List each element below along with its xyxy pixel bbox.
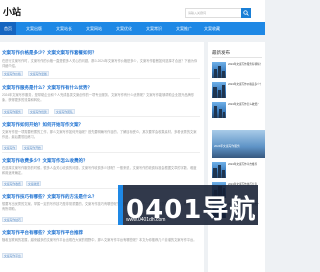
divider [212, 57, 262, 58]
watermark-accent [118, 185, 123, 225]
search-button[interactable] [241, 8, 251, 18]
divider [2, 78, 200, 79]
search-input[interactable]: 请输入关键词 [185, 8, 241, 18]
featured-caption: 2024年文案写作服务 [214, 144, 240, 148]
site-logo[interactable]: 小站 [3, 5, 21, 18]
sidebar-item-title: 2024年文案写作服务有哪些？ [228, 63, 263, 66]
sidebar-item-title: 2024年文案写作怎么收费？ [228, 103, 260, 106]
featured-image[interactable]: 2024年文案写作服务 [212, 130, 265, 158]
nav-item-7[interactable]: 文案收藏 [200, 22, 224, 35]
article-tag[interactable]: 文案写作优势 [28, 109, 49, 114]
sidebar-item[interactable]: 2024年文案写作价格是多少？ [212, 82, 265, 100]
search-icon [243, 10, 249, 16]
article-summary: 在进行文案写作时，文案写作的价格一直是很多人关心的问题，那么2024年文案写作价… [2, 59, 198, 68]
divider [2, 116, 200, 117]
sidebar-item[interactable]: 2024年文案写作服务有哪些？ [212, 62, 265, 80]
sidebar: 最新发布 2024年文案写作服务有哪些？ 2024年文案写作价格是多少？ 202… [208, 42, 265, 272]
thumbnail [212, 102, 226, 118]
article-title[interactable]: 文案写作价格是多少？文案文案写作套餐如何？ [2, 50, 97, 56]
article-tag[interactable]: 文案写作收费 [2, 181, 23, 186]
watermark: 0401导航 www.0401dh.com [118, 185, 258, 225]
thumbnail [212, 62, 226, 78]
article-title[interactable]: 文案写作技巧有哪些？文案写作的方法是什么？ [2, 194, 97, 200]
nav-item-2[interactable]: 文案站长 [52, 22, 76, 35]
article-tag[interactable]: 文案写作 [2, 145, 18, 150]
divider [2, 152, 200, 153]
article-title[interactable]: 文案写作平台有哪些？文案写作平台推荐 [2, 230, 83, 236]
sidebar-item[interactable]: 2024年文案写作平台推荐 [212, 162, 265, 180]
article-list: 文案写作价格是多少？文案文案写作套餐如何？ 在进行文案写作时，文案写作的价格一直… [0, 42, 204, 272]
article-tag[interactable]: 文案收费 [26, 181, 42, 186]
article-summary: 随着互联网的发展，越来越多的文案写作平台出现在大家的视野中，那么文案写作平台有哪… [2, 238, 197, 242]
thumbnail [212, 162, 226, 178]
article-tag[interactable]: 文案写作平台 [2, 253, 23, 258]
article-title[interactable]: 文案写作收费多少？文案写作怎么收费的？ [2, 158, 88, 164]
article-title[interactable]: 文案写作服务是什么？文案写作有什么优势？ [2, 85, 92, 91]
main-nav: 首页 文案出版 文案站长 文案网站 文案优化 文案常识 文案推广 文案收藏 [0, 22, 265, 35]
nav-item-home[interactable]: 首页 [0, 22, 16, 35]
article-summary: 2024年文案写作服务，是帮助企业和个人完成各类文案创作的一项专业服务，文案写作… [2, 93, 194, 102]
article-tag[interactable]: 文案写作价格 [2, 71, 23, 76]
nav-item-3[interactable]: 文案网站 [82, 22, 106, 35]
site-header: 小站 请输入关键词 [0, 0, 265, 22]
article-tag[interactable]: 文案写作技巧 [2, 217, 23, 222]
article-tag[interactable]: 文案写作团队 [54, 109, 75, 114]
article-tag[interactable]: 文案写作服务 [2, 109, 23, 114]
sidebar-item-title: 2024年文案写作平台推荐 [228, 163, 258, 166]
nav-item-5[interactable]: 文案常识 [142, 22, 166, 35]
article-summary: 在选择文案写作服务的时候，很多人会关心收费的问题，文案写作收费多少钱呢？一般来说… [2, 166, 197, 175]
nav-item-1[interactable]: 文案出版 [22, 22, 46, 35]
thumbnail [212, 82, 226, 98]
sidebar-item[interactable]: 2024年文案写作怎么收费？ [212, 102, 265, 120]
article-summary: 文案写作是一项需要积累的工作，那么文案写作如何开始呢？首先要明确写作目的，了解目… [2, 130, 197, 139]
watermark-url: www.0401dh.com [126, 217, 166, 223]
article-tag[interactable]: 文案写作开始 [22, 145, 43, 150]
sidebar-item-title: 2024年文案写作价格是多少？ [228, 83, 263, 86]
nav-item-6[interactable]: 文案推广 [172, 22, 196, 35]
nav-item-4[interactable]: 文案优化 [112, 22, 136, 35]
article-tag[interactable]: 文案写作套餐 [28, 71, 49, 76]
sidebar-heading: 最新发布 [212, 50, 230, 55]
article-title[interactable]: 文案写作如何开始？如何开始写作文案？ [2, 122, 83, 128]
